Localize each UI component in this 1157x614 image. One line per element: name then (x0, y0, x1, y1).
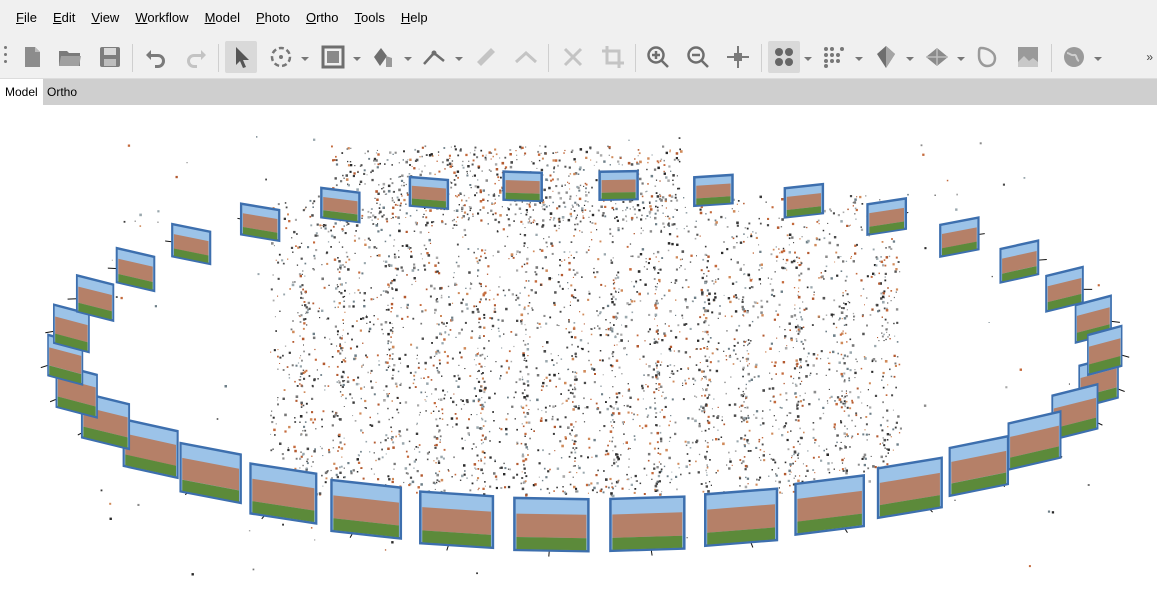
chevron-down-icon[interactable] (957, 52, 965, 62)
camera-frame[interactable] (165, 222, 212, 266)
camera-frame[interactable] (876, 456, 943, 521)
rotate-object-icon[interactable] (265, 41, 297, 73)
camera-frame[interactable] (693, 173, 734, 208)
dense-cloud-icon[interactable] (818, 41, 850, 73)
zoom-out-icon[interactable] (682, 41, 714, 73)
view-tab-bar: Model Ortho (0, 79, 1157, 105)
camera-frame[interactable] (948, 434, 1010, 498)
menu-help[interactable]: Help (393, 0, 436, 36)
chevron-down-icon[interactable] (455, 52, 463, 62)
crop-icon[interactable] (597, 41, 629, 73)
ruler-icon[interactable] (470, 41, 502, 73)
menu-view[interactable]: View (83, 0, 127, 36)
point-cloud-scene[interactable] (0, 105, 1157, 614)
menu-model[interactable]: Model (197, 0, 248, 36)
camera-frame[interactable] (179, 441, 242, 505)
main-toolbar: » (0, 36, 1157, 79)
camera-frame[interactable] (598, 169, 639, 202)
camera-frame[interactable] (794, 474, 865, 539)
chevron-down-icon[interactable] (804, 52, 812, 62)
orthomosaic-icon[interactable] (1012, 41, 1044, 73)
menu-ortho[interactable]: Ortho (298, 0, 347, 36)
camera-frame[interactable] (609, 495, 686, 557)
open-folder-icon[interactable] (54, 41, 86, 73)
texture-icon[interactable] (972, 41, 1004, 73)
draw-polyline-icon[interactable] (418, 41, 450, 73)
menu-file[interactable]: File (8, 0, 45, 36)
save-icon[interactable] (94, 41, 126, 73)
chevron-down-icon[interactable] (404, 52, 412, 62)
chevron-down-icon[interactable] (906, 52, 914, 62)
camera-frame[interactable] (122, 417, 179, 480)
undo-icon[interactable] (140, 41, 172, 73)
chevron-down-icon[interactable] (855, 52, 863, 62)
camera-frame[interactable] (107, 246, 156, 293)
camera-frame[interactable] (1007, 410, 1063, 471)
camera-frame[interactable] (237, 202, 281, 243)
reset-view-icon[interactable] (722, 41, 754, 73)
camera-ring (40, 169, 1130, 557)
menu-bar: File Edit View Workflow Model Photo Ortho Tools… (0, 0, 1157, 36)
tab-ortho[interactable]: Ortho (42, 79, 82, 105)
tiled-model-icon[interactable] (921, 41, 953, 73)
model-3d-viewport[interactable] (0, 105, 1157, 614)
camera-frame[interactable] (866, 197, 909, 236)
zoom-in-icon[interactable] (642, 41, 674, 73)
camera-frame[interactable] (939, 216, 985, 259)
redo-icon[interactable] (180, 41, 212, 73)
menu-workflow[interactable]: Workflow (127, 0, 196, 36)
menu-tools[interactable]: Tools (347, 0, 393, 36)
draw-polyline-icon[interactable] (510, 41, 542, 73)
shaded-model-icon[interactable] (870, 41, 902, 73)
camera-frame[interactable] (249, 462, 318, 528)
camera-frame[interactable] (513, 496, 590, 557)
camera-frame[interactable] (419, 490, 495, 554)
camera-frame[interactable] (330, 478, 403, 543)
point-cloud-icon[interactable] (768, 41, 800, 73)
camera-frame[interactable] (999, 239, 1047, 284)
select-arrow-icon[interactable] (225, 41, 257, 73)
new-document-icon[interactable] (16, 41, 48, 73)
camera-frame[interactable] (408, 175, 450, 210)
navigation-hand-icon[interactable] (368, 41, 400, 73)
chevron-down-icon[interactable] (301, 52, 309, 62)
delete-icon[interactable] (557, 41, 589, 73)
chevron-down-icon[interactable] (1094, 52, 1102, 62)
chevron-down-icon[interactable] (353, 52, 361, 62)
camera-frame[interactable] (320, 186, 361, 224)
camera-frame[interactable] (783, 182, 825, 219)
menu-photo[interactable]: Photo (248, 0, 298, 36)
tab-model[interactable]: Model (0, 79, 43, 105)
globe-icon[interactable] (1058, 41, 1090, 73)
toolbar-overflow-icon[interactable]: » (1146, 50, 1153, 64)
camera-frame[interactable] (502, 170, 543, 203)
resize-region-icon[interactable] (317, 41, 349, 73)
menu-edit[interactable]: Edit (45, 0, 83, 36)
toolbar-grip[interactable] (4, 46, 8, 70)
camera-frame[interactable] (704, 487, 779, 552)
